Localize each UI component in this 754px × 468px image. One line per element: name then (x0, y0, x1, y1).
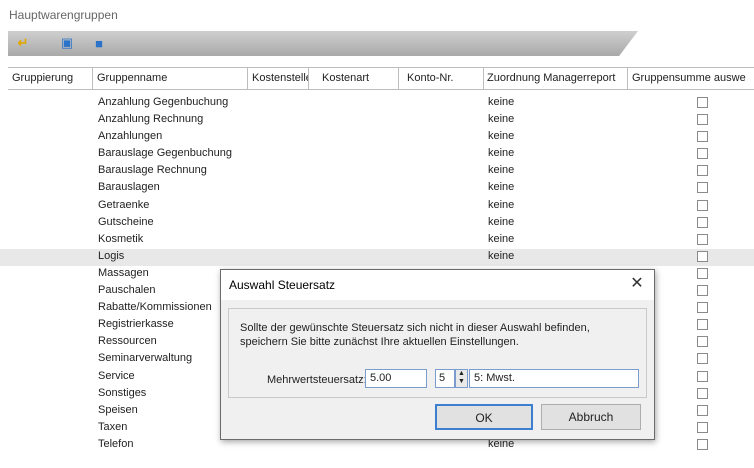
sum-checkbox[interactable] (697, 285, 708, 297)
sum-checkbox[interactable] (697, 353, 708, 365)
dialog-title: Auswahl Steuersatz (229, 278, 336, 292)
sum-checkbox[interactable] (697, 370, 708, 382)
table-row[interactable]: Anzahlung Gegenbuchung keine (0, 95, 754, 112)
zuordnung-value: keine (488, 164, 515, 177)
group-name: Sonstiges (98, 386, 147, 399)
group-name: Pauschalen (98, 284, 156, 297)
new-item-icon[interactable]: ■ (90, 34, 108, 52)
cancel-button[interactable]: Abbruch (541, 404, 641, 430)
sum-checkbox[interactable] (697, 131, 708, 143)
sum-checkbox[interactable] (697, 302, 708, 314)
sum-checkbox[interactable] (697, 199, 708, 211)
group-name: Anzahlung Rechnung (98, 113, 204, 126)
table-row-selected[interactable]: Logis keine (0, 248, 754, 266)
dialog-titlebar: Auswahl Steuersatz ✕ (221, 270, 654, 300)
sum-checkbox[interactable] (697, 165, 708, 177)
group-name: Taxen (98, 420, 128, 433)
sum-checkbox[interactable] (697, 336, 708, 348)
sum-checkbox[interactable] (697, 233, 708, 245)
zuordnung-value: keine (488, 232, 515, 245)
sum-checkbox[interactable] (697, 114, 708, 126)
zuordnung-value: keine (488, 215, 515, 228)
column-header-gruppierung[interactable]: Gruppierung (8, 68, 93, 89)
zuordnung-value: keine (488, 147, 515, 160)
table-row[interactable]: Barauslagen keine (0, 180, 754, 197)
sum-checkbox[interactable] (697, 97, 708, 108)
group-name: Anzahlungen (98, 130, 163, 143)
table-row[interactable]: Gutscheine keine (0, 215, 754, 232)
zuordnung-value: keine (488, 96, 515, 108)
group-name: Registrierkasse (98, 318, 174, 331)
group-name: Anzahlung Gegenbuchung (98, 96, 229, 108)
zuordnung-value: keine (488, 113, 515, 126)
table-row[interactable]: Barauslage Rechnung keine (0, 163, 754, 180)
group-name: Massagen (98, 266, 149, 279)
sum-checkbox[interactable] (697, 319, 708, 331)
dialog-message: Sollte der gewünschte Steuersatz sich ni… (240, 322, 590, 348)
group-name: Barauslage Rechnung (98, 164, 207, 177)
ok-button[interactable]: OK (435, 404, 533, 430)
table-row[interactable]: Anzahlung Rechnung keine (0, 112, 754, 129)
sum-checkbox[interactable] (697, 250, 708, 262)
zuordnung-value: keine (488, 130, 515, 143)
group-name: Speisen (98, 403, 138, 416)
group-name: Gutscheine (98, 215, 154, 228)
vat-code-input[interactable]: 5 (435, 369, 455, 388)
column-header-zuordnung[interactable]: Zuordnung Managerreport (483, 68, 628, 89)
dialog-panel: Sollte der gewünschte Steuersatz sich ni… (228, 308, 647, 398)
group-name: Telefon (98, 437, 134, 450)
column-header-konto-nr[interactable]: Konto-Nr. (403, 68, 484, 89)
group-name: Ressourcen (98, 335, 157, 348)
zuordnung-value: keine (488, 181, 515, 194)
column-header-gruppensumme[interactable]: Gruppensumme auswe (628, 68, 754, 89)
vat-rate-input[interactable]: 5.00 (365, 369, 427, 388)
table-row[interactable]: Kosmetik keine (0, 232, 754, 249)
sum-checkbox[interactable] (697, 404, 708, 416)
table-row[interactable]: Barauslage Gegenbuchung keine (0, 146, 754, 163)
table-row[interactable]: Anzahlungen keine (0, 129, 754, 146)
sum-checkbox[interactable] (697, 148, 708, 160)
toolbar: ↵ ▣ ■ (8, 31, 638, 56)
vat-description-field[interactable]: 5: Mwst. (469, 369, 639, 388)
new-group-icon[interactable]: ▣ (58, 34, 76, 52)
group-name: Barauslagen (98, 181, 160, 194)
column-header-gruppenname[interactable]: Gruppenname (93, 68, 248, 89)
sum-checkbox[interactable] (697, 267, 708, 279)
sum-checkbox[interactable] (697, 421, 708, 433)
group-name: Barauslage Gegenbuchung (98, 147, 232, 160)
table-row[interactable]: Getraenke keine (0, 198, 754, 215)
zuordnung-value: keine (488, 249, 515, 262)
group-name: Getraenke (98, 198, 150, 211)
group-name: Rabatte/Kommissionen (98, 301, 212, 314)
sum-checkbox[interactable] (697, 182, 708, 194)
sum-checkbox[interactable] (697, 387, 708, 399)
close-icon[interactable]: ✕ (628, 275, 646, 293)
zuordnung-value: keine (488, 198, 515, 211)
sum-checkbox[interactable] (697, 438, 708, 450)
column-header-kostenstelle[interactable]: Kostenstelle (248, 68, 309, 89)
vat-rate-label: Mehrwertsteuersatz: (267, 374, 367, 386)
spinner-icon[interactable]: ▲ ▼ (455, 369, 468, 388)
import-icon[interactable]: ↵ (14, 34, 32, 52)
group-name: Kosmetik (98, 232, 144, 245)
column-header-kostenart[interactable]: Kostenart (318, 68, 399, 89)
table-header: Gruppierung Gruppenname Kostenstelle Kos… (8, 67, 754, 90)
group-name: Seminarverwaltung (98, 352, 193, 365)
window-title: Hauptwarengruppen (9, 8, 118, 22)
tax-rate-dialog: Auswahl Steuersatz ✕ Sollte der gewünsch… (220, 269, 655, 440)
group-name: Service (98, 369, 135, 382)
sum-checkbox[interactable] (697, 216, 708, 228)
group-name: Logis (98, 249, 125, 262)
